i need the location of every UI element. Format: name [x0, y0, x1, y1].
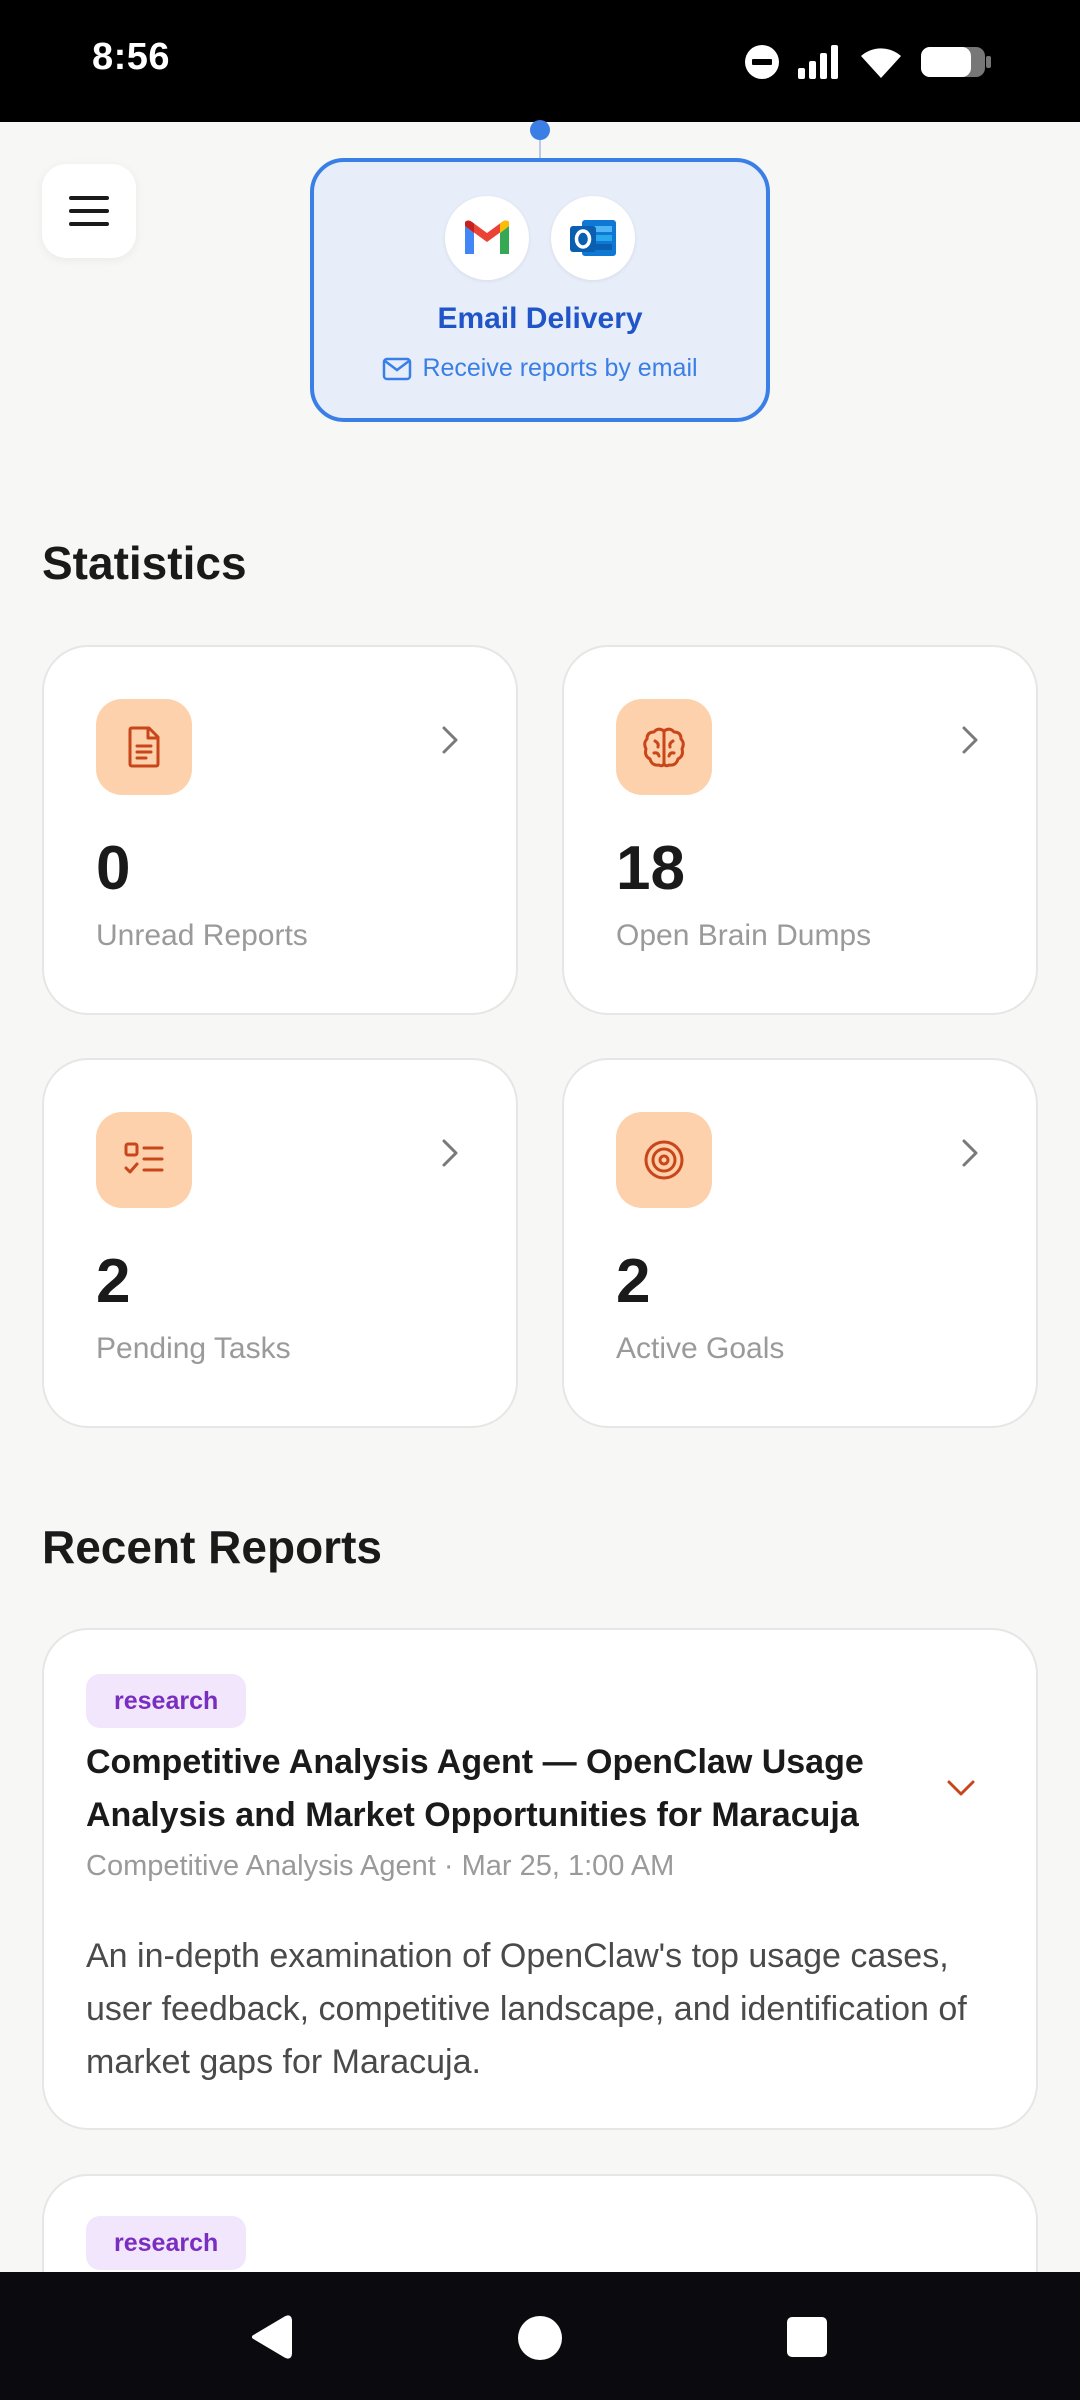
stat-value: 0 — [96, 834, 131, 903]
stat-value: 2 — [96, 1247, 131, 1316]
stat-label: Open Brain Dumps — [616, 919, 872, 952]
report-card[interactable]: research Competitive Analysis Agent — Op… — [42, 1628, 1038, 2130]
statistics-heading: Statistics — [42, 537, 247, 589]
home-icon[interactable] — [516, 2314, 564, 2362]
stat-card-open-brain-dumps[interactable]: 18 Open Brain Dumps — [562, 645, 1038, 1015]
connector-dot — [530, 120, 550, 140]
gmail-logo — [445, 196, 529, 280]
chevron-down-icon[interactable] — [946, 1778, 976, 1798]
email-logos — [314, 196, 766, 280]
hamburger-menu-icon — [69, 196, 109, 226]
status-icons — [744, 40, 992, 84]
email-delivery-title: Email Delivery — [437, 302, 643, 335]
document-icon — [128, 726, 160, 768]
report-description: An in-depth examination of OpenClaw's to… — [86, 1937, 967, 2081]
signal-icon — [798, 45, 838, 79]
email-delivery-subtitle: Receive reports by email — [314, 354, 766, 383]
chevron-right-icon — [442, 726, 458, 754]
report-title: Competitive Analysis Agent — OpenClaw Us… — [86, 1743, 864, 1834]
target-icon — [644, 1140, 684, 1180]
stat-value: 18 — [616, 834, 685, 903]
outlook-logo — [551, 196, 635, 280]
chevron-right-icon — [962, 726, 978, 754]
email-delivery-card[interactable]: Email Delivery Receive reports by email — [310, 158, 770, 422]
stat-card-active-goals[interactable]: 2 Active Goals — [562, 1058, 1038, 1428]
report-tag: research — [86, 1674, 247, 1728]
stat-icon-wrap — [616, 1112, 712, 1208]
stat-value: 2 — [616, 1247, 651, 1316]
stat-label: Pending Tasks — [96, 1332, 291, 1365]
report-tag: research — [86, 2216, 247, 2270]
recent-reports-heading: Recent Reports — [42, 1521, 382, 1573]
system-nav-bar — [0, 2272, 1080, 2400]
stat-label: Active Goals — [616, 1332, 785, 1365]
status-time: 8:56 — [92, 36, 171, 78]
status-bar: 8:56 — [0, 0, 1080, 122]
email-delivery-subtitle-text: Receive reports by email — [422, 354, 698, 382]
mail-icon — [383, 357, 412, 380]
stat-card-unread-reports[interactable]: 0 Unread Reports — [42, 645, 518, 1015]
do-not-disturb-icon — [745, 45, 779, 79]
stat-card-pending-tasks[interactable]: 2 Pending Tasks — [42, 1058, 518, 1428]
menu-button[interactable] — [42, 164, 136, 258]
wifi-icon — [861, 48, 901, 78]
chevron-right-icon — [442, 1139, 458, 1167]
stat-label: Unread Reports — [96, 919, 308, 952]
recents-icon[interactable] — [786, 2316, 828, 2358]
stat-icon-wrap — [96, 1112, 192, 1208]
stat-icon-wrap — [96, 699, 192, 795]
battery-icon — [921, 47, 991, 77]
back-icon[interactable] — [248, 2312, 294, 2362]
report-meta: Competitive Analysis Agent · Mar 25, 1:0… — [86, 1850, 675, 1882]
task-list-icon — [124, 1142, 164, 1174]
stat-icon-wrap — [616, 699, 712, 795]
brain-icon — [643, 727, 685, 768]
chevron-right-icon — [962, 1139, 978, 1167]
